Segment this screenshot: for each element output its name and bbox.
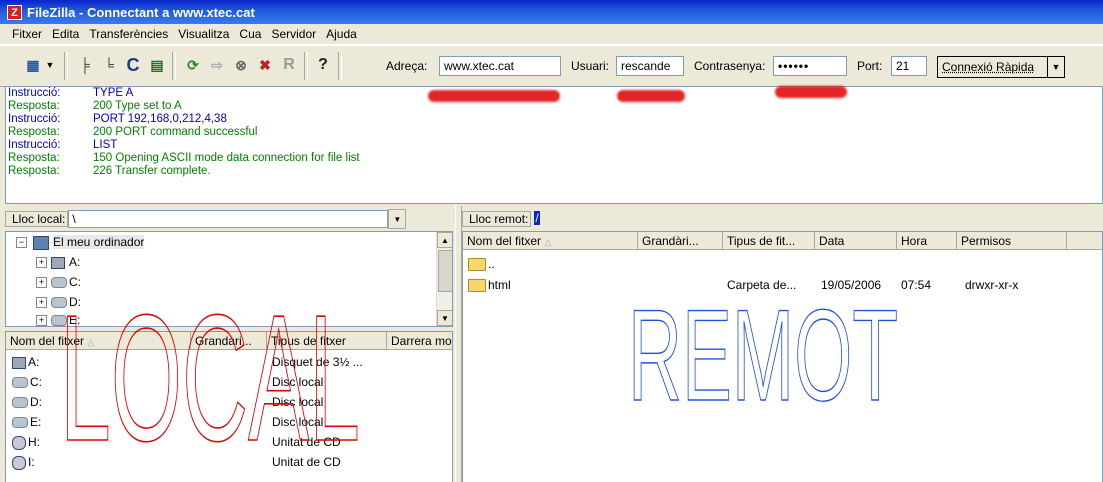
svg-text:LOCAL: LOCAL xyxy=(60,278,360,479)
log-row: Resposta: 150 Opening ASCII mode data con… xyxy=(8,152,360,164)
port-input[interactable]: 21 xyxy=(891,56,927,76)
password-label: Contrasenya: xyxy=(694,59,766,73)
remote-path-bar: Lloc remot: / xyxy=(462,208,1102,230)
log-row: Instrucció: PORT 192,168,0,212,4,38 xyxy=(8,113,227,125)
menu-fitxer[interactable]: Fitxer xyxy=(7,27,47,41)
remote-col-date[interactable]: Data xyxy=(815,232,897,250)
quickconnect-button-label: Connexió Ràpida xyxy=(942,60,1035,74)
menu-visualitza[interactable]: Visualitza xyxy=(173,27,234,41)
log-row: Instrucció: LIST xyxy=(8,139,118,151)
toolbar: ▦ ▼ ╞ ╘ C ▤ ⟳ ⇨ ⊗ ✖ R ? Adreça: www.xtec… xyxy=(0,45,1103,87)
toggle-tree-icon[interactable]: ╘ xyxy=(98,54,120,76)
log-row: Resposta: 226 Transfer complete. xyxy=(8,165,211,177)
password-input[interactable]: •••••• xyxy=(773,56,847,76)
filezilla-logo-icon: Z xyxy=(7,4,22,20)
toggle-remote-tree-icon[interactable]: C xyxy=(122,54,144,76)
menu-transferencies[interactable]: Transferències xyxy=(84,27,173,41)
host-input[interactable]: www.xtec.cat xyxy=(439,56,561,76)
remote-path-label: Lloc remot: xyxy=(462,211,532,227)
folder-icon xyxy=(468,258,486,272)
user-label: Usuari: xyxy=(571,59,610,73)
local-path-dropdown-icon[interactable]: ▼ xyxy=(388,209,407,229)
scroll-up-icon[interactable]: ▲ xyxy=(437,232,452,248)
menu-cua[interactable]: Cua xyxy=(234,27,266,41)
local-path-input[interactable]: \ xyxy=(68,210,389,228)
cancel-icon[interactable]: ⊗ xyxy=(230,54,252,76)
user-input[interactable]: rescande xyxy=(616,56,684,76)
window-title: FileZilla - Connectant a www.xtec.cat xyxy=(27,4,255,20)
toggle-log-icon[interactable]: ╞ xyxy=(74,54,96,76)
site-manager-icon[interactable]: ▦ xyxy=(22,54,44,76)
remote-col-permissions[interactable]: Permisos xyxy=(957,232,1067,250)
log-row: Resposta: 200 PORT command successful xyxy=(8,126,258,138)
remote-col-type[interactable]: Tipus de fit... xyxy=(723,232,815,250)
redaction-mark xyxy=(775,86,847,98)
remote-col-size[interactable]: Grandàri... xyxy=(638,232,723,250)
menu-bar: Fitxer Edita Transferències Visualitza C… xyxy=(0,24,1103,45)
refresh-icon[interactable]: ⟳ xyxy=(182,54,204,76)
local-path-bar: Lloc local: \ ▼ xyxy=(5,208,451,230)
toggle-queue-icon[interactable]: ▤ xyxy=(146,54,168,76)
remote-col-time[interactable]: Hora xyxy=(897,232,957,250)
computer-icon xyxy=(33,235,49,250)
svg-text:REMOT: REMOT xyxy=(628,290,898,410)
quickconnect-button[interactable]: Connexió Ràpida ▼ xyxy=(937,56,1065,78)
remote-overlay-label: REMOT xyxy=(627,290,898,410)
process-queue-icon[interactable]: ⇨ xyxy=(206,54,228,76)
local-overlay-label: LOCAL xyxy=(59,277,361,480)
menu-ajuda[interactable]: Ajuda xyxy=(321,27,362,41)
collapse-icon[interactable]: − xyxy=(16,237,27,249)
quickconnect-dropdown-icon[interactable]: ▼ xyxy=(1047,57,1064,77)
tree-item-my-computer[interactable]: − El meu ordinador xyxy=(16,232,145,252)
pane-splitter[interactable] xyxy=(455,206,462,482)
help-icon[interactable]: ? xyxy=(312,54,334,76)
title-bar[interactable]: Z FileZilla - Connectant a www.xtec.cat xyxy=(0,0,1103,24)
reconnect-icon[interactable]: R xyxy=(278,54,300,76)
remote-col-name[interactable]: Nom del fitxer △ xyxy=(463,232,638,250)
redaction-mark xyxy=(617,90,685,102)
menu-edita[interactable]: Edita xyxy=(47,27,84,41)
host-label: Adreça: xyxy=(386,59,428,73)
folder-icon xyxy=(468,279,486,293)
list-item[interactable]: .. xyxy=(468,254,1098,274)
site-manager-dropdown-icon[interactable]: ▼ xyxy=(44,54,56,76)
local-path-label: Lloc local: xyxy=(5,211,69,227)
message-log[interactable]: Instrucció: TYPE A Resposta: 200 Type set … xyxy=(5,86,1103,204)
remote-col-empty xyxy=(1067,232,1102,250)
disconnect-icon[interactable]: ✖ xyxy=(254,54,276,76)
remote-path-input[interactable]: / xyxy=(531,210,1091,228)
redaction-mark xyxy=(428,90,560,102)
port-label: Port: xyxy=(857,59,883,73)
menu-servidor[interactable]: Servidor xyxy=(266,27,321,41)
